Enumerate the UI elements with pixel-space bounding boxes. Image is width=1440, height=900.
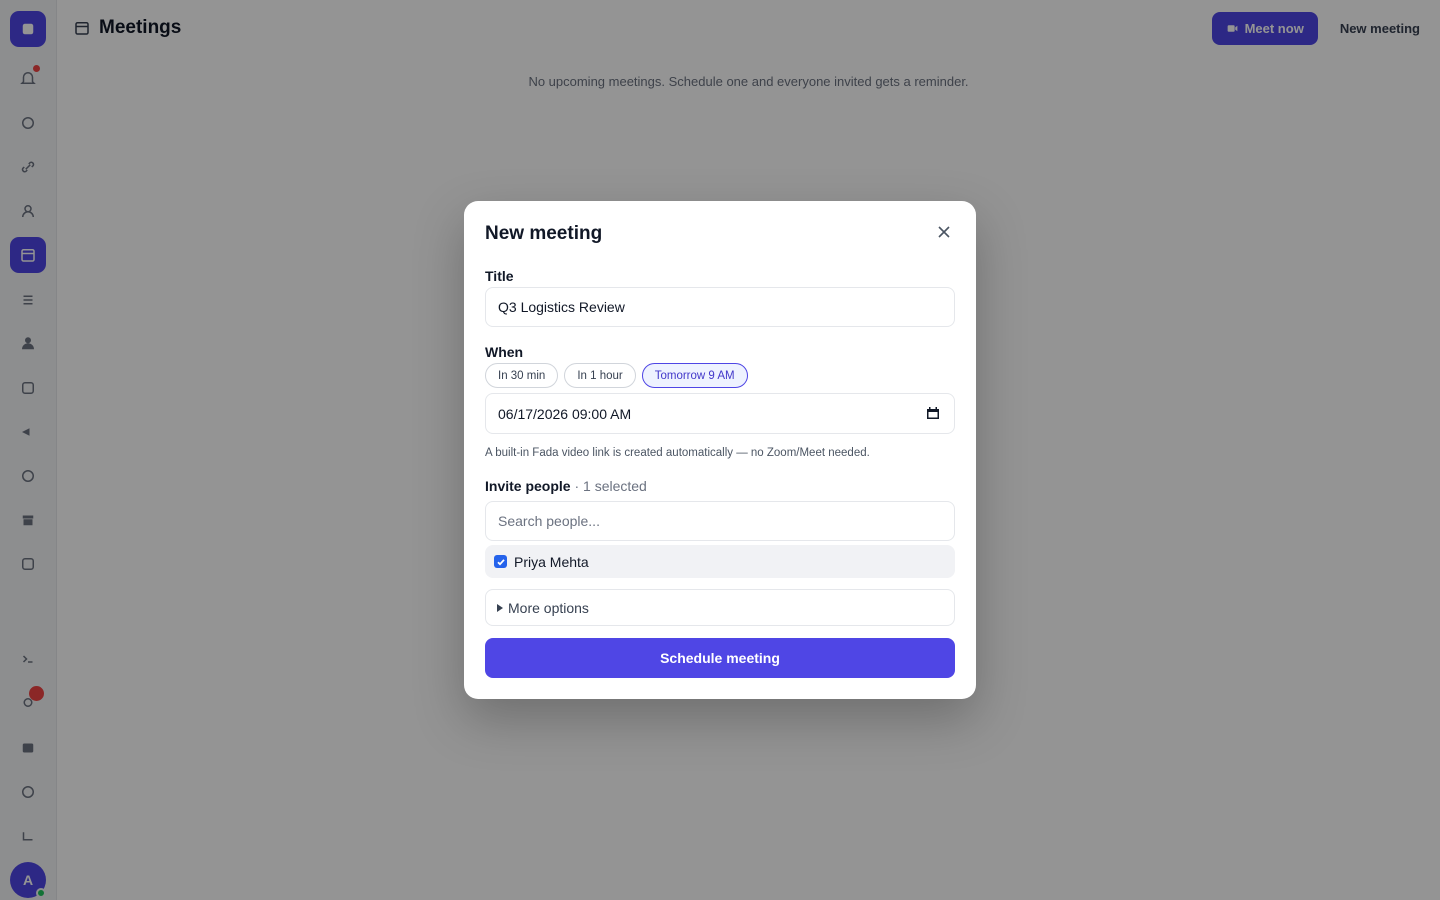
more-options-toggle[interactable]: More options <box>485 589 955 626</box>
close-icon <box>938 226 950 238</box>
checkmark-icon <box>496 558 505 566</box>
person-name: Priya Mehta <box>514 553 589 570</box>
calendar-picker-icon[interactable] <box>926 406 940 420</box>
chip-in-1-hour[interactable]: In 1 hour <box>564 363 636 388</box>
schedule-meeting-button[interactable]: Schedule meeting <box>485 638 955 678</box>
datetime-input[interactable]: 06/17/2026 09:00 AM <box>485 393 955 434</box>
invite-label-text: Invite people <box>485 478 571 494</box>
more-options-label: More options <box>508 599 589 616</box>
modal-title: New meeting <box>485 223 603 244</box>
disclosure-triangle-icon <box>497 603 503 612</box>
invite-label: Invite people · 1 selected <box>485 478 647 494</box>
people-search-input[interactable]: Search people... <box>485 501 955 541</box>
quick-time-chips: In 30 min In 1 hour Tomorrow 9 AM <box>485 363 748 388</box>
chip-in-30-min[interactable]: In 30 min <box>485 363 559 388</box>
datetime-input-value: 06/17/2026 09:00 AM <box>498 405 632 422</box>
chip-tomorrow-9am[interactable]: Tomorrow 9 AM <box>641 363 748 388</box>
title-label: Title <box>485 268 514 284</box>
video-link-hint: A built-in Fada video link is created au… <box>485 447 870 459</box>
new-meeting-modal: New meeting Title Q3 Logistics Review Wh… <box>464 201 976 699</box>
person-row[interactable]: Priya Mehta <box>485 545 955 578</box>
person-checkbox[interactable] <box>494 555 507 568</box>
invite-count: · 1 selected <box>574 478 647 494</box>
people-search-placeholder: Search people... <box>498 513 600 529</box>
title-input[interactable]: Q3 Logistics Review <box>485 287 955 327</box>
title-input-value: Q3 Logistics Review <box>498 299 625 315</box>
close-button[interactable] <box>934 222 954 242</box>
when-label: When <box>485 344 524 360</box>
